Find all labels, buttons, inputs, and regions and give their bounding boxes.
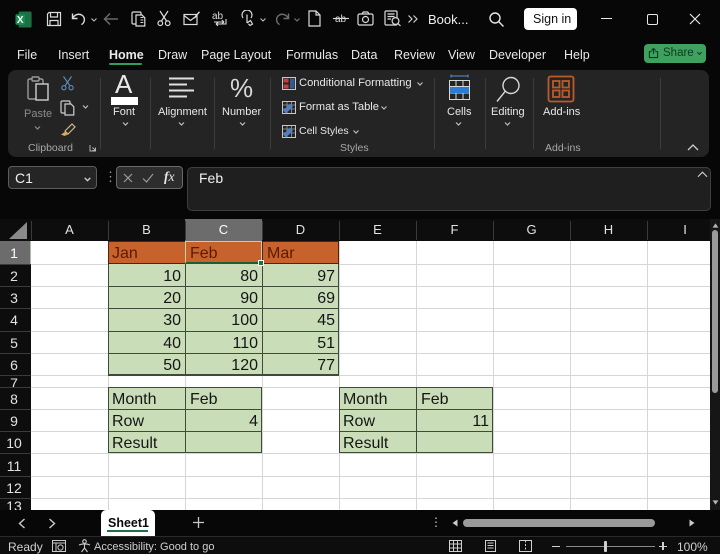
svg-text:ab: ab: [335, 14, 347, 25]
svg-text:X: X: [17, 15, 24, 26]
